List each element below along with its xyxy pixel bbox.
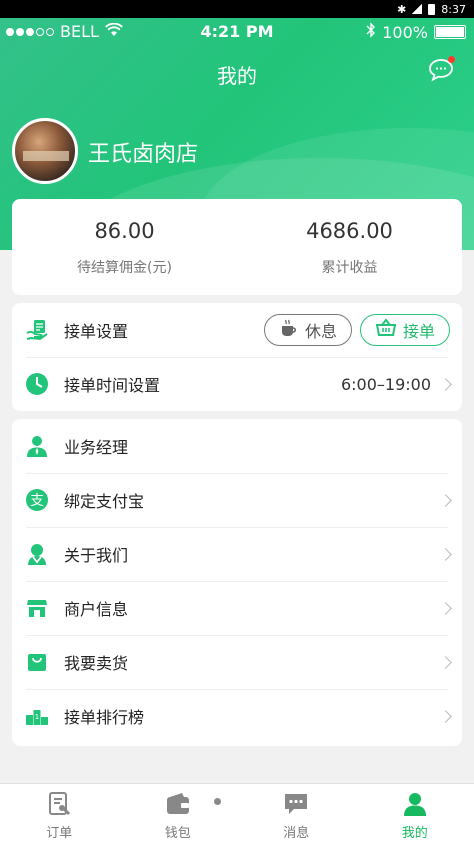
- menu-item-label: 接单排行榜: [64, 708, 145, 727]
- menu-item-label: 关于我们: [64, 546, 129, 565]
- tab-orders[interactable]: 订单: [0, 784, 119, 844]
- menu-item-label: 绑定支付宝: [64, 492, 145, 511]
- order-status-toggle: 休息 接单: [263, 314, 450, 346]
- chevron-right-icon: [439, 655, 452, 669]
- tab-wallet[interactable]: 钱包: [119, 784, 238, 844]
- earnings-card: 86.00 待结算佣金(元) 4686.00 累计收益: [12, 199, 462, 295]
- message-icon: [285, 794, 308, 814]
- total-earnings-label: 累计收益: [321, 260, 378, 276]
- menu-item-about[interactable]: 关于我们: [12, 527, 462, 581]
- menu-item-label: 我要卖货: [64, 654, 129, 673]
- tab-label: 钱包: [164, 826, 191, 841]
- about-icon: [24, 541, 50, 567]
- pending-commission-label: 待结算佣金(元): [77, 260, 172, 276]
- bluetooth-icon: ✱: [397, 2, 407, 16]
- battery-percent: 100%: [382, 22, 428, 42]
- pending-commission-value: 86.00: [94, 219, 155, 243]
- battery-icon: [434, 25, 466, 39]
- bluetooth-icon: [366, 22, 376, 42]
- bag-icon: [24, 649, 50, 675]
- menu-item-store-info[interactable]: 商户信息: [12, 581, 462, 635]
- rest-label: 休息: [304, 322, 337, 341]
- battery-icon: [428, 3, 436, 15]
- profile-icon: [403, 793, 426, 816]
- pending-commission[interactable]: 86.00 待结算佣金(元): [12, 199, 237, 295]
- signal-icon: [412, 4, 423, 14]
- tab-messages[interactable]: 消息: [237, 784, 356, 844]
- order-settings-card: 接单设置 休息 接单 接单时间设置 6:00–19:00: [12, 303, 462, 411]
- basket-icon: [375, 318, 397, 342]
- order-time-value: 6:00–19:00: [340, 374, 431, 394]
- order-settings-label: 接单设置: [64, 322, 129, 341]
- chevron-right-icon: [439, 601, 452, 615]
- tab-profile[interactable]: 我的: [356, 784, 474, 844]
- chat-bubble-icon[interactable]: [428, 56, 455, 82]
- tab-label: 消息: [283, 826, 310, 841]
- accept-label: 接单: [402, 322, 435, 341]
- menu-item-manager[interactable]: 业务经理: [12, 419, 462, 473]
- orders-icon: [49, 792, 71, 816]
- order-time-label: 接单时间设置: [64, 376, 161, 395]
- chevron-right-icon: [439, 709, 452, 723]
- coffee-cup-icon: [279, 318, 299, 342]
- alipay-icon: 支: [24, 487, 50, 513]
- page-title: 我的: [217, 64, 257, 88]
- ios-status-bar: BELL 4:21 PM 100%: [0, 18, 474, 44]
- android-status-bar: ✱ 8:37: [0, 0, 474, 18]
- store-icon: [24, 595, 50, 621]
- tab-label: 订单: [46, 826, 73, 841]
- tab-indicator-dot: [214, 798, 221, 805]
- order-time-row[interactable]: 接单时间设置 6:00–19:00: [12, 357, 462, 411]
- svg-text:1: 1: [35, 713, 39, 721]
- total-earnings-value: 4686.00: [306, 219, 393, 243]
- chevron-right-icon: [439, 377, 452, 391]
- menu-item-alipay[interactable]: 支 绑定支付宝: [12, 473, 462, 527]
- svg-text:支: 支: [30, 493, 44, 509]
- order-hand-icon: [24, 317, 50, 343]
- bottom-tab-bar: 订单 钱包 消息 我的: [0, 783, 474, 844]
- shop-name: 王氏卤肉店: [88, 142, 199, 167]
- avatar[interactable]: [12, 118, 78, 184]
- chevron-right-icon: [439, 547, 452, 561]
- menu-item-ranking[interactable]: 1 接单排行榜: [12, 689, 462, 743]
- menu-item-label: 业务经理: [64, 438, 129, 457]
- order-settings-row: 接单设置 休息 接单: [12, 303, 462, 357]
- accept-orders-button[interactable]: 接单: [359, 314, 450, 346]
- ranking-icon: 1: [24, 703, 50, 729]
- total-earnings[interactable]: 4686.00 累计收益: [237, 199, 462, 295]
- android-time: 8:37: [441, 2, 466, 16]
- manager-icon: [24, 433, 50, 459]
- wallet-icon: [166, 793, 189, 814]
- rest-button[interactable]: 休息: [263, 314, 352, 346]
- clock-icon: [24, 371, 50, 397]
- tab-label: 我的: [401, 826, 428, 841]
- menu-item-sell[interactable]: 我要卖货: [12, 635, 462, 689]
- notification-badge: [448, 56, 455, 63]
- menu-item-label: 商户信息: [64, 600, 129, 619]
- chevron-right-icon: [439, 493, 452, 507]
- menu-card: 业务经理 支 绑定支付宝 关于我们 商户信息 我要卖货 1 接单排行榜: [12, 419, 462, 746]
